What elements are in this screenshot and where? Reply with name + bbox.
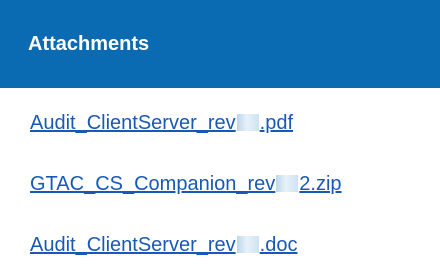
panel-header: Attachments [0,0,440,88]
redacted-version [236,236,259,253]
attachment-list: Audit_ClientServer_rev .pdf GTAC_CS_Compa… [0,88,440,273]
attachment-link-doc[interactable]: Audit_ClientServer_rev .doc [30,234,297,257]
attachment-name-suffix: .doc [259,234,298,256]
attachment-name-suffix: .pdf [259,112,294,134]
attachment-link-zip[interactable]: GTAC_CS_Companion_rev 2.zip [30,173,342,196]
attachment-name-prefix: Audit_ClientServer_rev [30,234,236,256]
panel-title: Attachments [28,32,150,55]
attachment-name-prefix: GTAC_CS_Companion_rev [30,173,276,195]
attachment-link-pdf[interactable]: Audit_ClientServer_rev .pdf [30,112,293,135]
attachment-name-prefix: Audit_ClientServer_rev [30,112,236,134]
attachment-name-suffix: 2.zip [299,173,342,195]
redacted-version [236,114,259,131]
redacted-version [276,175,299,192]
attachments-panel: Attachments Audit_ClientServer_rev .pdf G… [0,0,440,273]
